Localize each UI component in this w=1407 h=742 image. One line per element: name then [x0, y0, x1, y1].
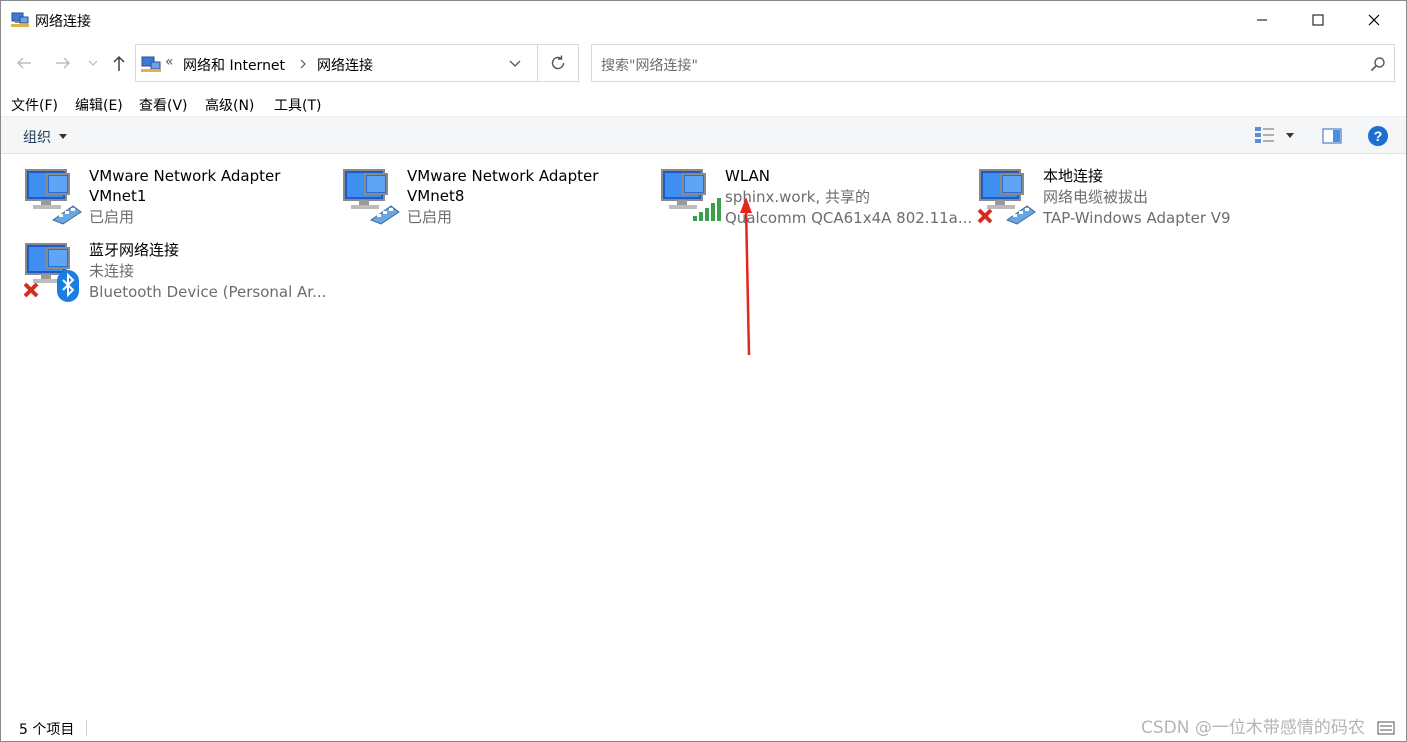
connection-status: 未连接 — [89, 262, 135, 280]
search-input[interactable]: 搜索"网络连接" — [591, 44, 1395, 82]
annotation-arrow-icon — [740, 197, 752, 356]
close-button[interactable] — [1351, 1, 1397, 39]
status-divider — [86, 720, 87, 736]
connection-name: VMware Network Adapter VMnet8 — [407, 167, 599, 205]
search-icon[interactable] — [1370, 56, 1386, 72]
help-icon[interactable]: ? — [1367, 125, 1389, 147]
organize-button[interactable]: 组织 — [15, 121, 75, 149]
command-bar: 组织 ? — [1, 116, 1406, 154]
back-arrow-icon[interactable] — [15, 55, 33, 71]
close-icon — [1368, 14, 1380, 26]
connection-name: VMware Network Adapter VMnet1 — [89, 167, 281, 205]
network-location-icon — [141, 56, 161, 72]
change-view-icon[interactable] — [1254, 126, 1276, 144]
menu-file[interactable]: 文件(F) — [11, 95, 58, 115]
network-connections-window: 网络连接 « 网络和 Internet 网络连接 搜索"网络连接" 文件(F) … — [0, 0, 1407, 742]
title-bar: 网络连接 — [1, 1, 1406, 39]
connection-status: 网络电缆被拔出 — [1043, 188, 1149, 206]
connection-status: 已启用 — [89, 208, 135, 226]
connection-name: 本地连接 — [1043, 167, 1104, 185]
minimize-button[interactable] — [1239, 1, 1285, 39]
connection-name: WLAN — [725, 167, 771, 185]
connection-item-local[interactable]: 本地连接 网络电缆被拔出 TAP-Windows Adapter V9 — [977, 166, 1295, 238]
item-count: 5 个项目 — [19, 722, 75, 738]
network-folder-icon — [11, 12, 29, 27]
refresh-icon[interactable] — [549, 54, 567, 72]
recent-locations-chevron-icon[interactable] — [88, 59, 98, 67]
wifi-signal-icon — [661, 169, 721, 221]
window-title: 网络连接 — [35, 14, 91, 30]
breadcrumb-chevron-icon[interactable] — [299, 59, 307, 69]
connection-item-bluetooth[interactable]: 蓝牙网络连接 未连接 Bluetooth Device (Personal Ar… — [23, 240, 341, 312]
menu-edit[interactable]: 编辑(E) — [75, 95, 123, 115]
breadcrumb-network-internet[interactable]: 网络和 Internet — [183, 55, 285, 75]
connection-device: Bluetooth Device (Personal Ar... — [89, 283, 327, 301]
bluetooth-icon — [23, 243, 79, 302]
breadcrumb-overflow[interactable]: « — [165, 54, 174, 70]
address-bar[interactable]: « 网络和 Internet 网络连接 — [135, 44, 579, 82]
connection-name: 蓝牙网络连接 — [89, 241, 180, 259]
connection-item-wlan[interactable]: WLAN sphinx.work, 共享的 Qualcomm QCA61x4A … — [659, 166, 977, 238]
forward-arrow-icon[interactable] — [54, 55, 72, 71]
address-divider — [537, 45, 538, 81]
connection-device: Qualcomm QCA61x4A 802.11a... — [725, 209, 973, 227]
minimize-icon — [1257, 19, 1267, 21]
menu-bar: 文件(F) 编辑(E) 查看(V) 高级(N) 工具(T) — [1, 91, 1406, 115]
organize-label: 组织 — [23, 130, 51, 146]
connection-device: TAP-Windows Adapter V9 — [1043, 209, 1231, 227]
menu-view[interactable]: 查看(V) — [139, 95, 188, 115]
menu-tools[interactable]: 工具(T) — [274, 95, 321, 115]
up-arrow-icon[interactable] — [111, 54, 127, 72]
connection-status: 已启用 — [407, 208, 453, 226]
preview-pane-icon[interactable] — [1322, 128, 1342, 144]
maximize-icon — [1312, 14, 1324, 26]
breadcrumb-network-connections[interactable]: 网络连接 — [317, 55, 373, 75]
details-view-icon[interactable] — [1377, 721, 1395, 735]
ethernet-adapter-icon — [25, 169, 82, 225]
maximize-button[interactable] — [1295, 1, 1341, 39]
search-placeholder: 搜索"网络连接" — [601, 58, 698, 74]
connection-item-vmnet1[interactable]: VMware Network Adapter VMnet1 已启用 — [23, 166, 341, 238]
svg-text:?: ? — [1374, 128, 1383, 144]
view-options-caret-icon[interactable] — [1286, 133, 1294, 138]
ethernet-disconnected-icon — [977, 169, 1036, 225]
organize-caret-icon — [59, 134, 67, 139]
ethernet-adapter-icon — [343, 169, 400, 225]
address-dropdown-icon[interactable] — [509, 59, 521, 69]
menu-advanced[interactable]: 高级(N) — [205, 95, 254, 115]
watermark: CSDN @一位木带感情的码农 — [1141, 718, 1365, 738]
connection-item-vmnet8[interactable]: VMware Network Adapter VMnet8 已启用 — [341, 166, 659, 238]
